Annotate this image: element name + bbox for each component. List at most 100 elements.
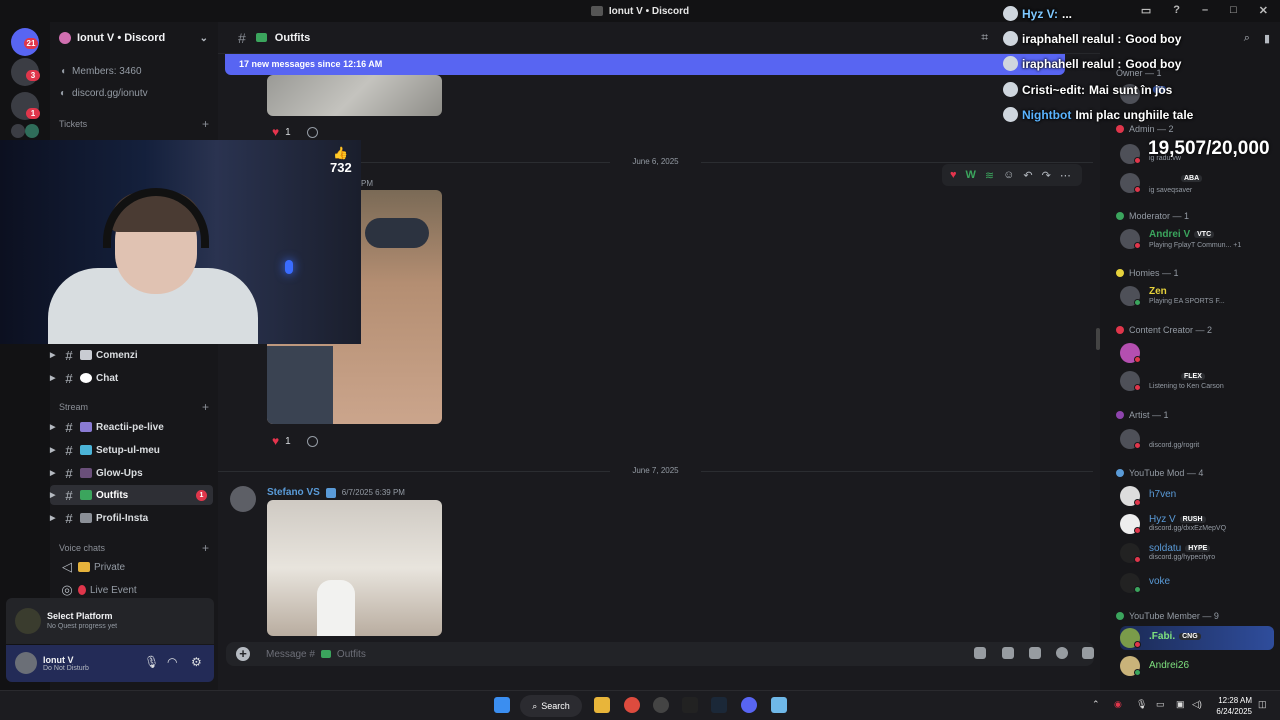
discord-app-icon [590,6,603,16]
lines-reaction-icon[interactable]: ≋ [985,169,994,182]
member-list-item[interactable]: .Fabi. CNG [1120,626,1274,650]
message-author[interactable]: Stefano VS [267,487,320,498]
search-icon[interactable]: ⌕ [1244,32,1250,45]
quest-panel[interactable]: Select Platform No Quest progress yet [6,598,214,644]
attachment-image[interactable] [267,500,442,636]
server-badge: 3 [26,70,40,81]
member-list-item[interactable]: Zen Playing EA SPORTS F... [1120,284,1280,308]
channel-setup-ul-meu[interactable]: ▶ # Setup-ul-meu [50,440,213,460]
more-icon[interactable]: ⋯ [1060,169,1071,182]
role-content-creator: Content Creator — 2 [1116,325,1212,335]
lock-icon [78,562,90,572]
channel-profil-insta[interactable]: ▶ # Profil-Insta [50,508,213,528]
server-header[interactable]: Ionut V • Discord ⌄ [50,28,218,48]
new-messages-bar[interactable]: 17 new messages since 12:16 AM [225,54,1065,75]
server-icon[interactable] [25,124,39,138]
server-badge: 1 [26,108,40,119]
shirt-icon [80,490,92,500]
invite-link[interactable]: ◐ discord.gg/ionutv [60,88,148,99]
headphones-icon[interactable]: ◠ [167,655,177,669]
category-stream[interactable]: Stream + [59,400,209,414]
avatar[interactable] [15,652,37,674]
sticker-icon[interactable] [1029,647,1041,659]
forward-icon[interactable]: ↷ [1042,169,1051,182]
member-list-item[interactable]: ABA ig saveqsaver [1120,171,1280,195]
discord-icon[interactable] [741,697,757,713]
notepad-icon[interactable] [771,697,787,713]
reply-icon[interactable]: ↶ [1023,169,1032,182]
notifications-icon[interactable]: ◫ [1258,699,1267,710]
tray-chevron-icon[interactable]: ⌃ [1092,699,1100,710]
channel-outfits[interactable]: ▶ # Outfits 1 [50,485,213,505]
server-icon[interactable] [11,124,25,138]
add-reaction-icon[interactable] [306,126,318,138]
steam-icon[interactable] [711,697,727,713]
heart-icon[interactable]: ♥ [272,434,279,448]
channel-emoji-icon [80,350,92,360]
inbox-icon[interactable]: ▭ [1141,4,1151,17]
member-list-item[interactable]: FLEX Listening to Ken Carson [1120,369,1280,393]
settings-gear-icon[interactable]: ⚙ [191,655,202,669]
help-icon[interactable]: ? [1173,4,1180,17]
attachment-image[interactable] [267,75,442,116]
add-channel-icon[interactable]: + [202,117,209,131]
tray-app-icon[interactable]: ◉ [1114,699,1122,710]
member-list-item[interactable]: discord.gg/rogrit [1120,427,1280,451]
obs-icon[interactable] [653,697,669,713]
caret-right-icon: ▶ [50,470,56,477]
heart-reaction-icon[interactable]: ♥ [950,169,957,181]
taskbar-clock[interactable]: 12:28 AM 6/24/2025 [1208,695,1252,717]
voice-channel-live-event[interactable]: ◎ Live Event [50,580,213,600]
heart-icon[interactable]: ♥ [272,125,279,139]
speech-bubble-icon [80,373,92,383]
member-list-item[interactable]: Andrei V VTC Playing FplayT Commun... +1 [1120,227,1280,251]
close-button[interactable]: ✕ [1259,4,1268,17]
avatar[interactable] [230,486,256,512]
channel-chat[interactable]: ▶ # Chat [50,368,213,388]
member-list-item[interactable] [1120,341,1280,365]
network-icon[interactable]: ▣ [1176,699,1185,710]
member-list-item[interactable]: Andrei26 [1120,654,1280,678]
apps-icon[interactable] [1082,647,1094,659]
chat-avatar-icon [1003,107,1018,122]
microphone-icon[interactable]: 🎙 [144,655,159,669]
emoji-icon[interactable] [1056,647,1068,659]
channel-title: Outfits [274,31,311,44]
add-channel-icon[interactable]: + [202,541,209,555]
minimize-button[interactable]: – [1202,4,1208,17]
channel-reactii-pe-live[interactable]: ▶ # Reactii-pe-live [50,417,213,437]
taskbar-search[interactable]: ⌕ Search [520,695,582,717]
threads-icon[interactable]: ⌗ [981,30,988,45]
member-list-item[interactable]: voke [1120,571,1280,595]
voice-channel-private[interactable]: ◁ Private [50,557,213,577]
start-icon[interactable] [494,697,510,713]
maximize-button[interactable]: □ [1230,4,1237,17]
add-channel-icon[interactable]: + [202,400,209,414]
attach-plus-icon[interactable]: + [236,647,250,661]
volume-icon[interactable]: ◁) [1192,699,1202,710]
caret-right-icon: ▶ [50,424,56,431]
gif-icon[interactable] [1002,647,1014,659]
add-reaction-icon[interactable]: ☺ [1003,169,1014,181]
bookmark-icon[interactable]: ▮ [1264,32,1270,45]
microphone-icon[interactable]: 🎙 [1136,699,1147,710]
chat-avatar-icon [1003,82,1018,97]
app-icon[interactable] [682,697,698,713]
member-list-item[interactable]: Hyz V RUSH discord.gg/dxxEzMepVQ [1120,512,1280,536]
light-shape [285,260,293,274]
member-list-item[interactable]: soldatu HYPE discord.gg/hypecityro [1120,541,1280,565]
member-list-item[interactable]: h7ven [1120,484,1280,508]
keyboard-icon[interactable]: ▭ [1156,699,1165,710]
category-voice-chats[interactable]: Voice chats + [59,541,209,555]
message-composer[interactable]: + Message # Outfits [226,642,1094,666]
window-title: Ionut V • Discord [608,5,690,17]
w-reaction-icon[interactable]: W [966,169,976,181]
chrome-icon[interactable] [624,697,640,713]
channel-comenzi[interactable]: ▶ # Comenzi [50,345,213,365]
category-tickets[interactable]: Tickets + [59,117,209,131]
file-explorer-icon[interactable] [594,697,610,713]
add-reaction-icon[interactable] [306,435,318,447]
window-titlebar: Ionut V • Discord ▭ ? – □ ✕ [0,0,1280,22]
gift-icon[interactable] [974,647,986,659]
channel-glow-ups[interactable]: ▶ # Glow-Ups [50,463,213,483]
